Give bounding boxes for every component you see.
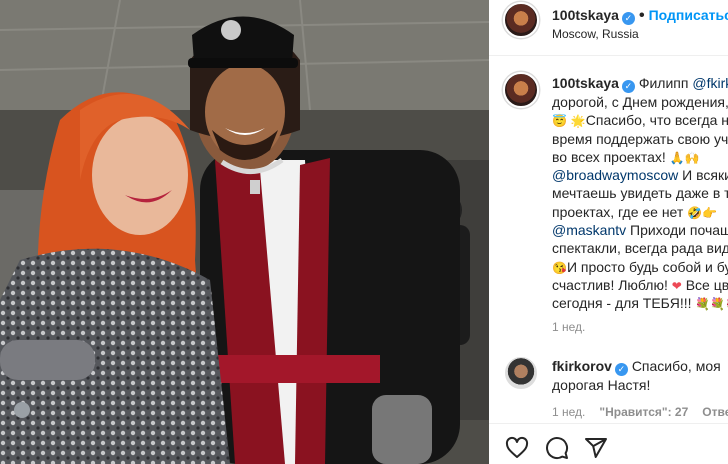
caption-line: 😇 🌟Спасибо, что всегда находишь bbox=[552, 111, 728, 129]
commenter-username[interactable]: fkirkorov bbox=[552, 358, 612, 374]
smile-emoji-icon: 😇 bbox=[552, 114, 567, 129]
bouquet-emoji-icon: 💐 bbox=[710, 297, 726, 312]
caption-line-text: И всякий раз bbox=[682, 167, 728, 184]
heart-emoji-icon: ❤ bbox=[671, 278, 682, 293]
comment-likes[interactable]: "Нравится": 27 bbox=[599, 405, 688, 419]
caption-line-text: мечтаешь увидеть даже в тех bbox=[552, 185, 728, 202]
hands-emoji-icon: 🙌 bbox=[684, 150, 700, 165]
caption-line-text: во всех проектах! bbox=[552, 148, 666, 165]
mention-link[interactable]: @maskantv bbox=[552, 222, 626, 238]
comment-text: fkirkorov ✓ Спасибо, моя дорогая Настя! bbox=[552, 357, 728, 394]
post-header: 100tskaya✓•Подписаться Moscow, Russia bbox=[489, 0, 728, 56]
comment-time[interactable]: 1 нед. bbox=[552, 405, 585, 419]
author-avatar[interactable] bbox=[503, 2, 539, 38]
follow-button[interactable]: Подписаться bbox=[649, 7, 728, 23]
reply-button[interactable]: Ответить bbox=[702, 405, 728, 419]
post-actions bbox=[489, 423, 728, 464]
kiss-emoji-icon: 😘 bbox=[552, 260, 567, 275]
caption-text: 100tskaya✓ Филипп @fkirkorov дорогой, с … bbox=[552, 74, 728, 313]
author-username[interactable]: 100tskaya bbox=[552, 7, 619, 23]
verified-badge-icon: ✓ bbox=[621, 80, 635, 93]
caption-line-text: проектах, где ее нет bbox=[552, 203, 684, 220]
mention-link[interactable]: @fkirkorov bbox=[692, 75, 728, 91]
caption-username[interactable]: 100tskaya bbox=[552, 75, 619, 91]
pray-emoji-icon: 🙏 bbox=[669, 150, 685, 165]
caption-author-avatar[interactable] bbox=[503, 72, 539, 108]
point-emoji-icon: 👉 bbox=[702, 205, 718, 220]
share-icon[interactable] bbox=[584, 436, 608, 460]
caption-line: 😘И просто будь собой и будь bbox=[552, 258, 728, 276]
post-location[interactable]: Moscow, Russia bbox=[552, 27, 639, 41]
comment-line: fkirkorov ✓ Спасибо, моя bbox=[552, 357, 728, 376]
sparkle-emoji-icon: 🌟 bbox=[570, 114, 586, 129]
post-photo[interactable] bbox=[0, 0, 489, 464]
caption-line: сегодня - для ТЕБЯ!!! 💐💐💐 bbox=[552, 294, 728, 312]
caption-line-text: Филипп bbox=[638, 75, 693, 91]
caption-line-text: дорогой, с Днем рождения, мой bbox=[552, 94, 728, 110]
post-photo-illustration bbox=[0, 0, 489, 464]
bouquet-emoji-icon: 💐 bbox=[695, 297, 711, 312]
caption-line: @broadwaymoscow И всякий раз bbox=[552, 166, 728, 184]
heart-icon[interactable] bbox=[505, 436, 529, 460]
header-name-row: 100tskaya✓•Подписаться bbox=[552, 7, 728, 25]
caption-line: время поддержать свою ученицу bbox=[552, 130, 728, 148]
comment-line-text: дорогая Настя! bbox=[552, 377, 651, 393]
post-caption: 100tskaya✓ Филипп @fkirkorov дорогой, с … bbox=[489, 72, 728, 342]
comment-icon[interactable] bbox=[545, 436, 569, 460]
caption-line: счастлив! Люблю! ❤ Все цветы bbox=[552, 276, 728, 294]
caption-line: во всех проектах! 🙏🙌 bbox=[552, 148, 728, 166]
mention-link[interactable]: @broadwaymoscow bbox=[552, 167, 678, 183]
caption-line-text: Приходи почаще на bbox=[630, 222, 728, 239]
caption-line: @maskantv Приходи почаще на bbox=[552, 221, 728, 239]
laugh-emoji-icon: 🤣 bbox=[687, 205, 703, 220]
caption-line: 100tskaya✓ Филипп @fkirkorov bbox=[552, 74, 728, 93]
caption-line-text: спектакли, всегда рада видеть bbox=[552, 240, 728, 257]
post-side-panel: 100tskaya✓•Подписаться Moscow, Russia 10… bbox=[489, 0, 728, 464]
caption-time[interactable]: 1 нед. bbox=[552, 320, 585, 334]
comment-meta: 1 нед. "Нравится": 27 Ответить bbox=[552, 405, 728, 419]
caption-line: мечтаешь увидеть даже в тех bbox=[552, 184, 728, 202]
comment-item: fkirkorov ✓ Спасибо, моя дорогая Настя! 1… bbox=[489, 355, 728, 421]
caption-line: спектакли, всегда рада видеть bbox=[552, 239, 728, 257]
caption-line-text: время поддержать свою ученицу bbox=[552, 130, 728, 147]
comment-line: дорогая Настя! bbox=[552, 376, 728, 394]
caption-line-text: Все цветы bbox=[685, 276, 728, 293]
caption-line-text: сегодня - для ТЕБЯ!!! bbox=[552, 295, 692, 312]
verified-badge-icon: ✓ bbox=[614, 363, 628, 376]
caption-line-text: И просто будь собой и будь bbox=[566, 258, 728, 275]
caption-line: проектах, где ее нет 🤣👉 bbox=[552, 203, 728, 221]
comment-line-text: Спасибо, моя bbox=[631, 358, 721, 374]
verified-badge-icon: ✓ bbox=[621, 12, 635, 25]
caption-line-text: счастлив! Люблю! bbox=[552, 276, 668, 293]
header-separator: • bbox=[638, 7, 645, 24]
commenter-avatar[interactable] bbox=[503, 355, 539, 391]
caption-line-text: Спасибо, что всегда находишь bbox=[585, 112, 728, 129]
caption-line: дорогой, с Днем рождения, мой bbox=[552, 93, 728, 111]
